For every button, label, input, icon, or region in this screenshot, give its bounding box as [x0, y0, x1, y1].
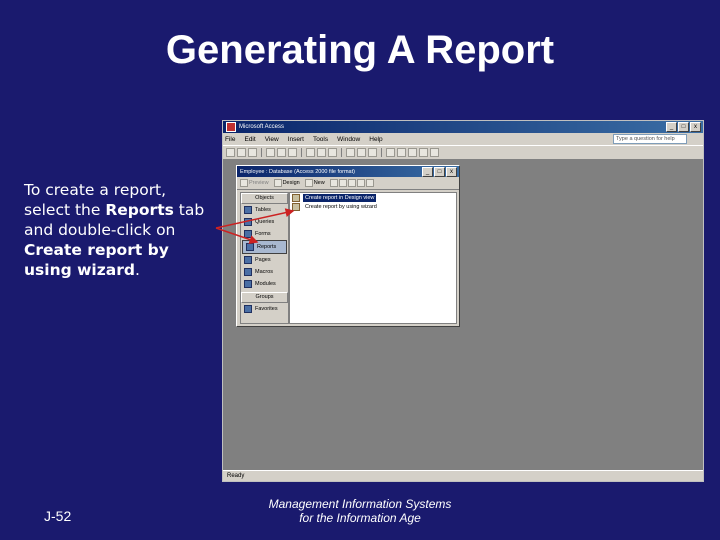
menu-insert[interactable]: Insert: [288, 136, 304, 143]
list-item-design-view[interactable]: Create report in Design view: [290, 193, 456, 202]
slide-number: J-52: [44, 508, 72, 524]
details-icon[interactable]: [365, 179, 374, 187]
print-icon[interactable]: [266, 148, 275, 157]
large-icons-icon[interactable]: [338, 179, 347, 187]
access-key-icon: [226, 122, 236, 132]
office-links-icon[interactable]: [357, 148, 366, 157]
app-title: Microsoft Access: [239, 124, 285, 130]
object-modules[interactable]: Modules: [241, 278, 288, 290]
macro-icon: [244, 268, 252, 276]
new-object-icon[interactable]: [419, 148, 428, 157]
footer-text: Management Information Systems for the In…: [268, 497, 452, 525]
objects-bar: Objects Tables Queries Forms Reports Pag…: [240, 192, 289, 324]
slide-title: Generating A Report: [165, 28, 555, 72]
module-icon: [244, 280, 252, 288]
db-minimize-button[interactable]: _: [422, 166, 433, 177]
reports-list: Create report in Design view Create repo…: [289, 192, 457, 324]
print-preview-icon[interactable]: [277, 148, 286, 157]
menu-file[interactable]: File: [225, 136, 235, 143]
page-icon: [244, 256, 252, 264]
object-tables[interactable]: Tables: [241, 204, 288, 216]
list-icon[interactable]: [356, 179, 365, 187]
menu-view[interactable]: View: [265, 136, 279, 143]
help-search-input[interactable]: Type a question for help: [613, 134, 687, 144]
table-icon: [244, 206, 252, 214]
app-titlebar: Microsoft Access _ □ x: [223, 121, 703, 133]
design-icon: [273, 179, 282, 187]
status-bar: Ready: [223, 470, 703, 481]
menu-window[interactable]: Window: [337, 136, 360, 143]
main-toolbar: [223, 145, 703, 160]
workspace: Employee : Database (Access 2000 file fo…: [223, 160, 703, 471]
favorites-folder-icon: [244, 305, 252, 313]
objects-header[interactable]: Objects: [241, 193, 288, 204]
paste-icon[interactable]: [328, 148, 337, 157]
database-toolbar: Preview Design New: [237, 177, 459, 190]
cut-icon[interactable]: [306, 148, 315, 157]
new-button[interactable]: New: [304, 179, 325, 187]
object-macros[interactable]: Macros: [241, 266, 288, 278]
db-close-button[interactable]: x: [446, 166, 457, 177]
menu-help[interactable]: Help: [369, 136, 382, 143]
design-button[interactable]: Design: [273, 179, 300, 187]
properties-icon[interactable]: [397, 148, 406, 157]
relationships-icon[interactable]: [408, 148, 417, 157]
object-forms[interactable]: Forms: [241, 228, 288, 240]
preview-icon: [240, 179, 248, 187]
database-title: Employee : Database (Access 2000 file fo…: [240, 168, 355, 175]
database-window: Employee : Database (Access 2000 file fo…: [236, 165, 460, 327]
object-reports[interactable]: Reports: [242, 240, 287, 254]
save-icon[interactable]: [248, 148, 257, 157]
undo-icon[interactable]: [346, 148, 355, 157]
spelling-icon[interactable]: [288, 148, 297, 157]
delete-icon[interactable]: [329, 179, 338, 187]
copy-icon[interactable]: [317, 148, 326, 157]
preview-button[interactable]: Preview: [240, 179, 269, 187]
close-button[interactable]: x: [690, 122, 701, 132]
group-favorites[interactable]: Favorites: [241, 303, 288, 315]
wizard-icon: [292, 202, 300, 211]
report-icon: [246, 243, 254, 251]
analyze-icon[interactable]: [368, 148, 377, 157]
instruction-text: To create a report, select the Reports t…: [24, 181, 205, 279]
db-maximize-button[interactable]: □: [434, 166, 445, 177]
list-item-wizard[interactable]: Create report by using wizard: [290, 202, 456, 211]
groups-header[interactable]: Groups: [241, 292, 288, 303]
design-report-icon: [292, 193, 300, 202]
menu-edit[interactable]: Edit: [244, 136, 255, 143]
menu-tools[interactable]: Tools: [313, 136, 328, 143]
minimize-button[interactable]: _: [666, 122, 677, 132]
code-icon[interactable]: [386, 148, 395, 157]
help-icon[interactable]: [430, 148, 439, 157]
query-icon: [244, 218, 252, 226]
open-folder-icon[interactable]: [237, 148, 246, 157]
form-icon: [244, 230, 252, 238]
new-icon: [304, 179, 313, 187]
object-queries[interactable]: Queries: [241, 216, 288, 228]
maximize-button[interactable]: □: [678, 122, 689, 132]
new-file-icon[interactable]: [226, 148, 235, 157]
database-titlebar: Employee : Database (Access 2000 file fo…: [237, 166, 459, 177]
menu-bar: File Edit View Insert Tools Window Help …: [223, 133, 703, 145]
small-icons-icon[interactable]: [347, 179, 356, 187]
access-window: Microsoft Access _ □ x File Edit View In…: [222, 120, 704, 482]
object-pages[interactable]: Pages: [241, 254, 288, 266]
